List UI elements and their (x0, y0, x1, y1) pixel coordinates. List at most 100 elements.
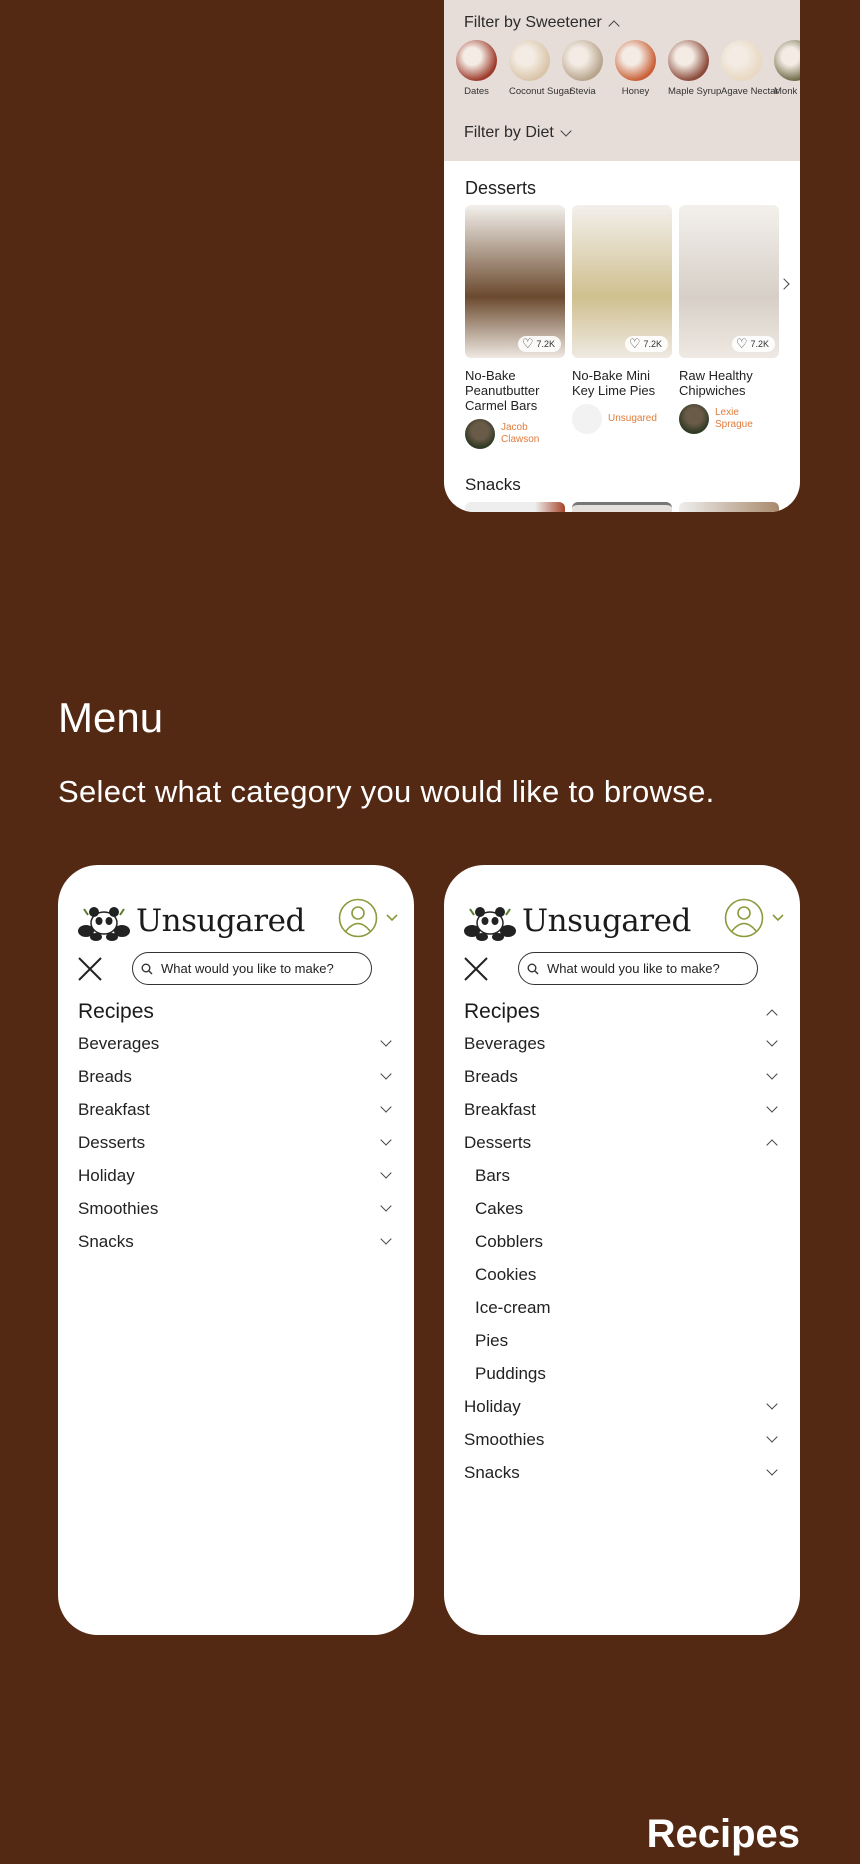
menu-category-label: Breakfast (78, 1099, 150, 1119)
app-logo[interactable]: Unsugared (78, 901, 305, 941)
chevron-down-icon (766, 1068, 778, 1080)
recipes-heading-label: Recipes (78, 1000, 154, 1023)
menu-subcategory-item[interactable]: Cobblers (464, 1225, 780, 1258)
snack-card-peek[interactable] (572, 502, 672, 512)
author-avatar (572, 404, 602, 434)
sweetener-label: Coconut Sugar (509, 86, 573, 97)
sweetener-label: Maple Syrup (668, 86, 722, 97)
user-avatar-icon (724, 898, 764, 938)
menu-category-item[interactable]: Breakfast (78, 1093, 394, 1126)
recipe-title[interactable]: Raw Healthy Chipwiches (679, 368, 779, 398)
recipe-title[interactable]: No-Bake Peanutbutter Carmel Bars (465, 368, 565, 413)
menu-category-item[interactable]: Holiday (464, 1390, 780, 1423)
chevron-down-icon (766, 1398, 778, 1410)
recipe-card[interactable]: ♡ 7.2K No-Bake Mini Key Lime Pies Unsugared (572, 205, 672, 449)
menu-category-item[interactable]: Breakfast (464, 1093, 780, 1126)
author-name: Jacob Clawson (501, 422, 540, 445)
menu-category-item[interactable]: Snacks (78, 1225, 394, 1258)
like-button[interactable]: ♡ 7.2K (731, 336, 775, 352)
recipe-image[interactable]: ♡ 7.2K (465, 205, 565, 358)
section-subtitle: Select what category you would like to b… (58, 774, 715, 809)
sweetener-filter-chip[interactable]: Agave Nectar (721, 40, 779, 97)
sweetener-image (456, 40, 497, 81)
menu-category-item[interactable]: Beverages (78, 1027, 394, 1060)
recipes-menu-heading[interactable]: Recipes (78, 997, 394, 1027)
search-bar[interactable] (132, 952, 372, 985)
menu-category-item[interactable]: Holiday (78, 1159, 394, 1192)
recipe-card[interactable]: ♡ 7.2K Raw Healthy Chipwiches Lexie Sprague (679, 205, 779, 449)
heart-icon: ♡ (521, 336, 534, 351)
recipes-heading-label: Recipes (464, 1000, 540, 1023)
chevron-down-icon (380, 1167, 392, 1179)
menu-subcategory-item[interactable]: Cakes (464, 1192, 780, 1225)
menu-category-item[interactable]: Breads (78, 1060, 394, 1093)
chevron-down-icon (380, 1035, 392, 1047)
sweetener-image (774, 40, 800, 81)
menu-category-item[interactable]: Breads (464, 1060, 780, 1093)
filter-by-sweetener-toggle[interactable]: Filter by Sweetener (464, 14, 620, 32)
panda-logo-icon (464, 907, 516, 941)
menu-category-item[interactable]: Desserts (464, 1126, 780, 1159)
chevron-down-icon (380, 1200, 392, 1212)
snack-card-peek[interactable] (465, 502, 565, 512)
menu-category-label: Snacks (464, 1462, 520, 1482)
search-input[interactable] (159, 960, 359, 977)
sweetener-filter-chip[interactable]: Maple Syrup (668, 40, 722, 97)
menu-category-label: Desserts (464, 1132, 532, 1152)
menu-category-label: Smoothies (78, 1198, 159, 1218)
menu-category-item[interactable]: Smoothies (78, 1192, 394, 1225)
recipes-menu-heading[interactable]: Recipes (464, 997, 780, 1027)
snack-card-peek[interactable] (679, 502, 779, 512)
chevron-down-icon (766, 1431, 778, 1443)
sweetener-filter-chip[interactable]: Stevia (562, 40, 603, 97)
recipe-title[interactable]: No-Bake Mini Key Lime Pies (572, 368, 672, 398)
profile-menu-button[interactable] (724, 898, 784, 938)
recipe-card[interactable]: ♡ 7.2K No-Bake Peanutbutter Carmel Bars Jac… (465, 205, 565, 449)
like-button[interactable]: ♡ 7.2K (624, 336, 668, 352)
close-icon[interactable] (78, 957, 102, 981)
scroll-right-button[interactable] (778, 275, 790, 293)
recipe-author[interactable]: Lexie Sprague (679, 404, 779, 434)
author-name: Lexie Sprague (715, 407, 753, 430)
menu-subcategory-item[interactable]: Ice-cream (464, 1291, 780, 1324)
sweetener-filter-chip[interactable]: Monk Fruit (774, 40, 800, 97)
author-name: Unsugared (608, 413, 657, 424)
menu-category-item[interactable]: Desserts (78, 1126, 394, 1159)
sweetener-label: Honey (621, 86, 650, 97)
menu-category-item[interactable]: Snacks (464, 1456, 780, 1489)
user-avatar-icon (338, 898, 378, 938)
recipes-screen-preview: Filter by Sweetener Dates Coconut Sugar St… (444, 0, 800, 512)
menu-subcategory-item[interactable]: Pies (464, 1324, 780, 1357)
menu-subcategory-item[interactable]: Bars (464, 1159, 780, 1192)
profile-menu-button[interactable] (338, 898, 398, 938)
like-count: 7.2K (643, 339, 662, 349)
menu-subcategory-item[interactable]: Cookies (464, 1258, 780, 1291)
next-section-title: Recipes (646, 1812, 800, 1856)
recipe-author[interactable]: Jacob Clawson (465, 419, 565, 449)
search-bar[interactable] (518, 952, 758, 985)
sweetener-filter-chip[interactable]: Coconut Sugar (509, 40, 573, 97)
recipe-image[interactable]: ♡ 7.2K (679, 205, 779, 358)
close-icon[interactable] (464, 957, 488, 981)
sweetener-list: Dates Coconut Sugar Stevia Honey Maple Syrup… (456, 40, 800, 97)
like-count: 7.2K (750, 339, 769, 349)
filter-by-diet-toggle[interactable]: Filter by Diet (464, 124, 572, 142)
recipe-author[interactable]: Unsugared (572, 404, 672, 434)
recipe-image[interactable]: ♡ 7.2K (572, 205, 672, 358)
app-logo[interactable]: Unsugared (464, 901, 691, 941)
sweetener-label: Dates (464, 86, 489, 97)
menu-subcategory-item[interactable]: Puddings (464, 1357, 780, 1390)
menu-category-label: Breakfast (464, 1099, 536, 1119)
sweetener-image (562, 40, 603, 81)
sweetener-filter-chip[interactable]: Dates (456, 40, 497, 97)
menu-category-item[interactable]: Beverages (464, 1027, 780, 1060)
menu-collapsed-screen: Unsugared Recipes Beverages Breads Breakfa… (58, 865, 414, 1635)
logo-text: Unsugared (522, 903, 691, 939)
chevron-up-icon (766, 1008, 778, 1021)
sweetener-filter-chip[interactable]: Honey (615, 40, 656, 97)
recipes-menu: Recipes Beverages Breads Breakfast Desserts… (78, 997, 394, 1258)
logo-text: Unsugared (136, 903, 305, 939)
menu-category-item[interactable]: Smoothies (464, 1423, 780, 1456)
search-input[interactable] (545, 960, 745, 977)
like-button[interactable]: ♡ 7.2K (517, 336, 561, 352)
